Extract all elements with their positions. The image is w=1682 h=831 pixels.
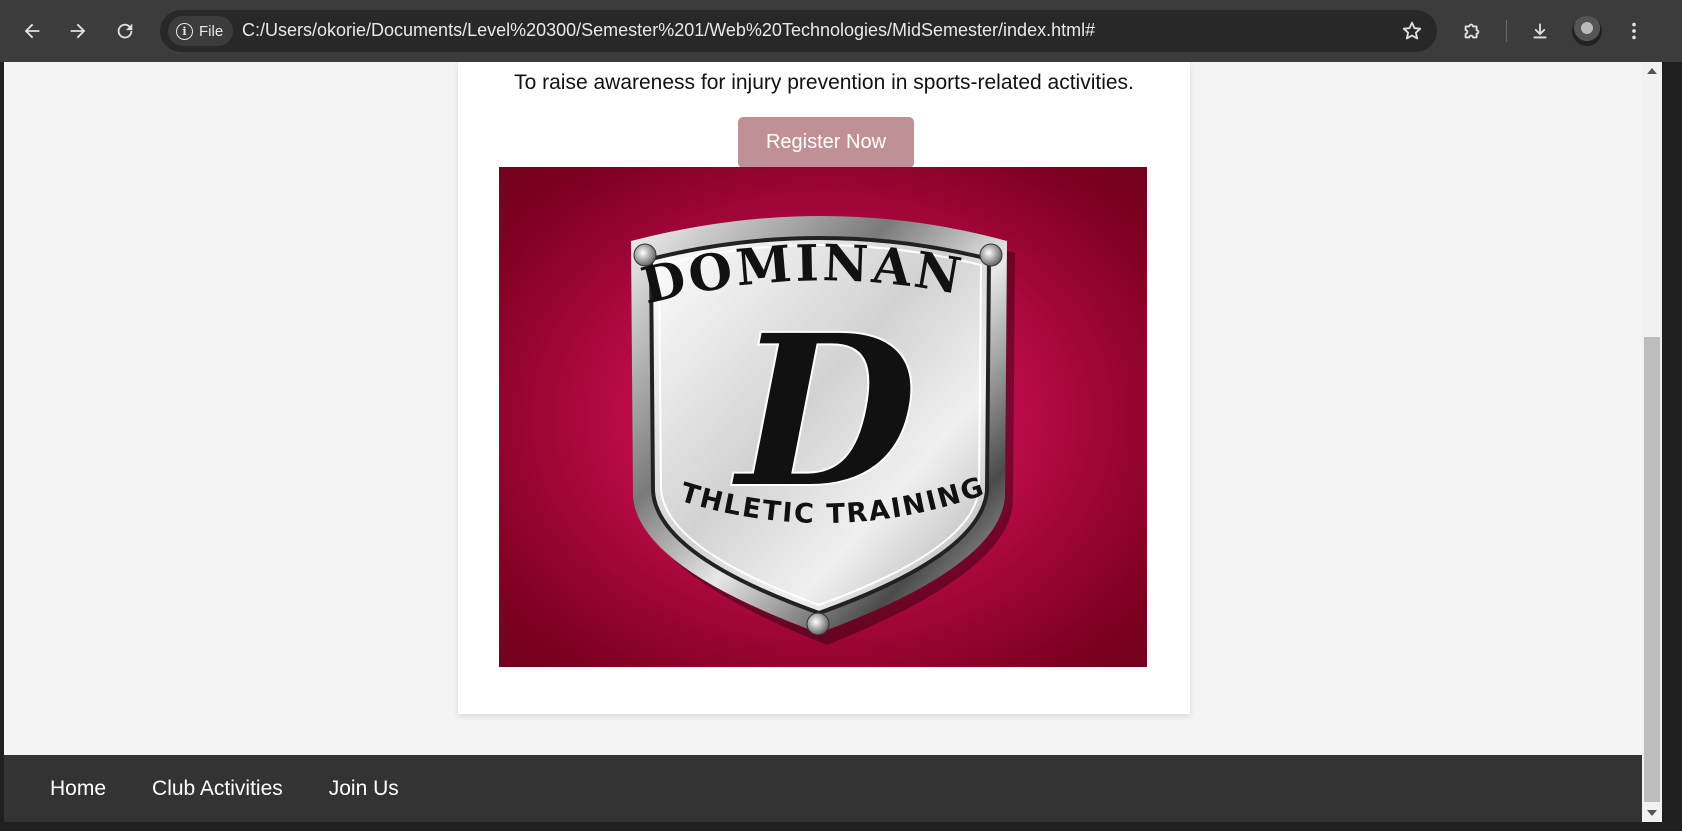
profile-avatar[interactable] [1572,16,1602,46]
content-card: To raise awareness for injury prevention… [458,62,1190,714]
info-icon: i [176,22,193,40]
reload-icon [117,23,133,39]
browser-menu-button[interactable] [1615,12,1653,50]
arrow-right-icon [70,23,86,39]
extensions-button[interactable] [1453,12,1491,50]
scroll-down-arrow-icon[interactable] [1647,810,1657,816]
forward-button[interactable] [59,12,97,50]
address-bar[interactable]: i File C:/Users/okorie/Documents/Level%2… [160,10,1437,52]
site-chip-label: File [199,22,224,40]
bookmark-button[interactable] [1399,18,1425,44]
footer-nav: Home Club Activities Join Us [4,755,1642,822]
url-text[interactable]: C:/Users/okorie/Documents/Level%20300/Se… [242,20,1095,41]
scrollbar-thumb[interactable] [1644,337,1660,802]
nav-club-activities-link[interactable]: Club Activities [152,777,283,801]
nav-home-link[interactable]: Home [50,777,106,801]
dominant-athletic-training-logo: DOMINANT D ATHLETIC TRAINING [499,167,1147,667]
mission-tagline: To raise awareness for injury prevention… [514,71,1134,94]
logo-graphic: DOMINANT D ATHLETIC TRAINING [499,167,1015,645]
download-icon [1533,23,1547,39]
window-frame-right [1662,62,1682,831]
nav-join-us-link[interactable]: Join Us [329,777,399,801]
scroll-up-arrow-icon[interactable] [1647,68,1657,74]
reload-button[interactable] [106,12,144,50]
window-frame-bottom [0,822,1662,831]
kebab-menu-icon [1632,22,1636,40]
arrow-left-icon [24,23,40,39]
star-icon [1402,21,1422,40]
puzzle-icon [1464,23,1480,39]
site-info-chip[interactable]: i File [168,16,234,46]
register-now-button[interactable]: Register Now [738,117,914,168]
browser-toolbar: i File C:/Users/okorie/Documents/Level%2… [0,0,1682,62]
back-button[interactable] [13,12,51,50]
page-scrollbar[interactable] [1642,62,1662,822]
page-viewport: To raise awareness for injury prevention… [4,62,1642,822]
toolbar-divider [1506,20,1507,42]
downloads-button[interactable] [1521,12,1559,50]
